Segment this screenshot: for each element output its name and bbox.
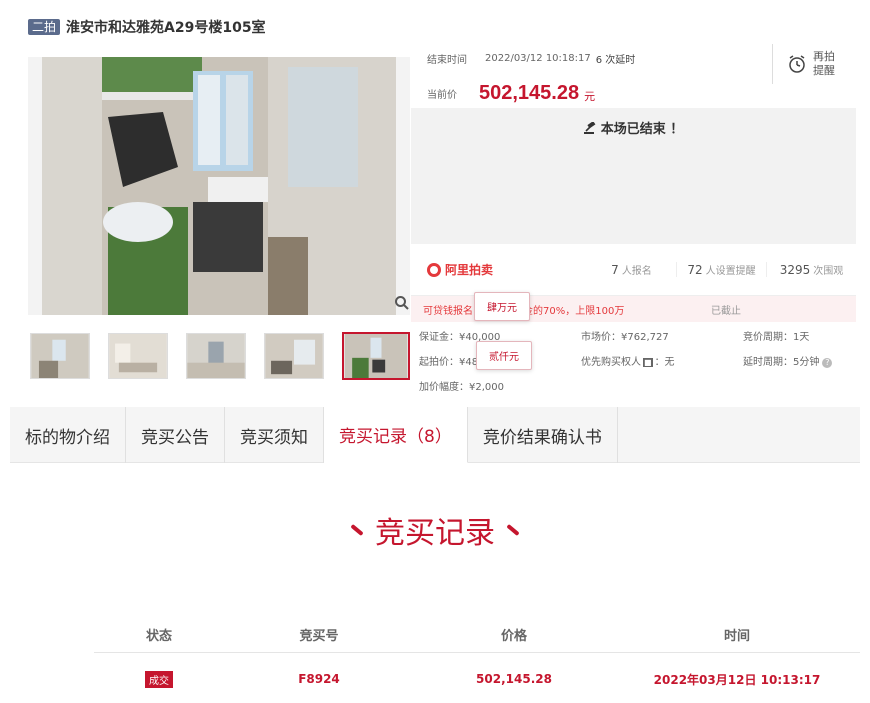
signup-label: 人报名 bbox=[621, 266, 652, 277]
row-bid-no: F8924 bbox=[298, 672, 340, 686]
col-status: 状态 bbox=[145, 629, 172, 644]
current-price: 502,145.28 bbox=[479, 81, 580, 104]
col-bid-no: 竞买号 bbox=[299, 629, 339, 644]
view-stat: 3295 次围观 bbox=[767, 262, 856, 277]
remind-stat-label: 人设置提醒 bbox=[705, 266, 756, 277]
row-time: 2022年03月12日 10:13:17 bbox=[653, 672, 821, 687]
table-row: 成交 F8924 502,145.28 2022年03月12日 10:13:17 bbox=[94, 662, 860, 696]
remind-count: 72 bbox=[687, 263, 703, 277]
gavel-icon bbox=[583, 121, 596, 134]
decorative-slash-icon bbox=[506, 523, 520, 537]
ali-auction-logo: 阿里拍卖 bbox=[427, 261, 587, 278]
end-time-value: 2022/03/12 10:18:17 bbox=[485, 52, 591, 64]
round-badge: 二拍 bbox=[28, 19, 61, 35]
records-table-header: 状态 竞买号 价格 时间 bbox=[94, 617, 860, 653]
increment: 加价幅度：¥2,000 bbox=[419, 382, 504, 393]
thumbnail[interactable] bbox=[186, 333, 246, 379]
price-label: 当前价 bbox=[427, 89, 457, 101]
lot-title: 淮安市和达雅苑A29号楼105室 bbox=[66, 20, 266, 36]
thumbnail[interactable] bbox=[30, 333, 90, 379]
delay-cycle-text: 延时周期：5分钟 bbox=[743, 357, 820, 368]
ended-text: 本场已结束 ！ bbox=[600, 122, 684, 137]
lot-header: 二拍 淮安市和达雅苑A29号楼105室 bbox=[28, 17, 266, 37]
signup-stat: 7 人报名 bbox=[587, 262, 677, 277]
tab-notice[interactable]: 竞买公告 bbox=[126, 407, 225, 463]
col-price: 价格 bbox=[500, 629, 527, 644]
signup-count: 7 bbox=[611, 263, 619, 277]
ended-status: 本场已结束 ！ bbox=[583, 118, 684, 244]
alarm-clock-icon bbox=[789, 55, 805, 73]
priority-value: ：无 bbox=[654, 357, 675, 368]
detail-tabs: 标的物介绍 竞买公告 竞买须知 竞买记录（8） 竞价结果确认书 bbox=[10, 407, 860, 463]
priority-info-icon[interactable]: ■ bbox=[643, 358, 653, 367]
end-time-label: 结束时间 bbox=[427, 54, 467, 66]
thumbnail-active[interactable] bbox=[342, 332, 410, 380]
delay-count: 6 次延时 bbox=[595, 54, 636, 66]
deposit-uppercase-tooltip: 肆万元 bbox=[474, 292, 530, 321]
row-price: 502,145.28 bbox=[476, 672, 552, 686]
view-count: 3295 bbox=[779, 263, 811, 277]
tab-result-confirmation[interactable]: 竞价结果确认书 bbox=[468, 407, 618, 463]
stats-row: 阿里拍卖 7 人报名 72 人设置提醒 3295 次围观 bbox=[411, 244, 856, 296]
ended-status-box: 本场已结束 ！ bbox=[411, 108, 856, 244]
increment-uppercase-tooltip: 贰仟元 bbox=[476, 341, 532, 370]
price-unit: 元 bbox=[584, 89, 596, 103]
delay-cycle: 延时周期：5分钟? bbox=[743, 353, 863, 368]
ali-logo-icon bbox=[427, 262, 441, 277]
section-title: 竞买记录 bbox=[375, 516, 495, 551]
thumbnail-strip bbox=[30, 332, 410, 380]
auction-info-panel: 结束时间 2022/03/12 10:18:17 6 次延时 再拍提醒 当前价 … bbox=[411, 38, 856, 393]
bid-records-heading: 竞买记录 bbox=[0, 508, 870, 552]
rebid-remind-button[interactable]: 再拍提醒 bbox=[772, 44, 856, 84]
tab-rules[interactable]: 竞买须知 bbox=[225, 407, 324, 463]
remind-label: 再拍提醒 bbox=[813, 50, 835, 77]
bid-cycle: 竞价周期：1天 bbox=[743, 332, 810, 343]
row-status: 成交 bbox=[94, 670, 224, 688]
tab-item-intro[interactable]: 标的物介绍 bbox=[10, 407, 126, 463]
loan-end-status: 已截止 bbox=[711, 305, 741, 317]
main-photo[interactable] bbox=[28, 57, 410, 315]
remind-stat: 72 人设置提醒 bbox=[677, 262, 767, 277]
market-price: 市场价：¥762,727 bbox=[581, 332, 669, 343]
help-icon[interactable]: ? bbox=[822, 358, 833, 368]
decorative-slash-icon bbox=[350, 523, 364, 537]
col-time: 时间 bbox=[723, 629, 750, 644]
ali-logo-text: 阿里拍卖 bbox=[445, 263, 494, 277]
priority-buyer: 优先购买权人 ■ ：无 bbox=[581, 353, 743, 368]
deal-badge: 成交 bbox=[145, 670, 173, 688]
tab-bid-records[interactable]: 竞买记录（8） bbox=[324, 407, 468, 463]
priority-label: 优先购买权人 bbox=[581, 357, 641, 368]
view-label: 次围观 bbox=[813, 266, 844, 277]
zoom-icon[interactable] bbox=[394, 295, 410, 311]
thumbnail[interactable] bbox=[108, 333, 168, 379]
thumbnail[interactable] bbox=[264, 333, 324, 379]
